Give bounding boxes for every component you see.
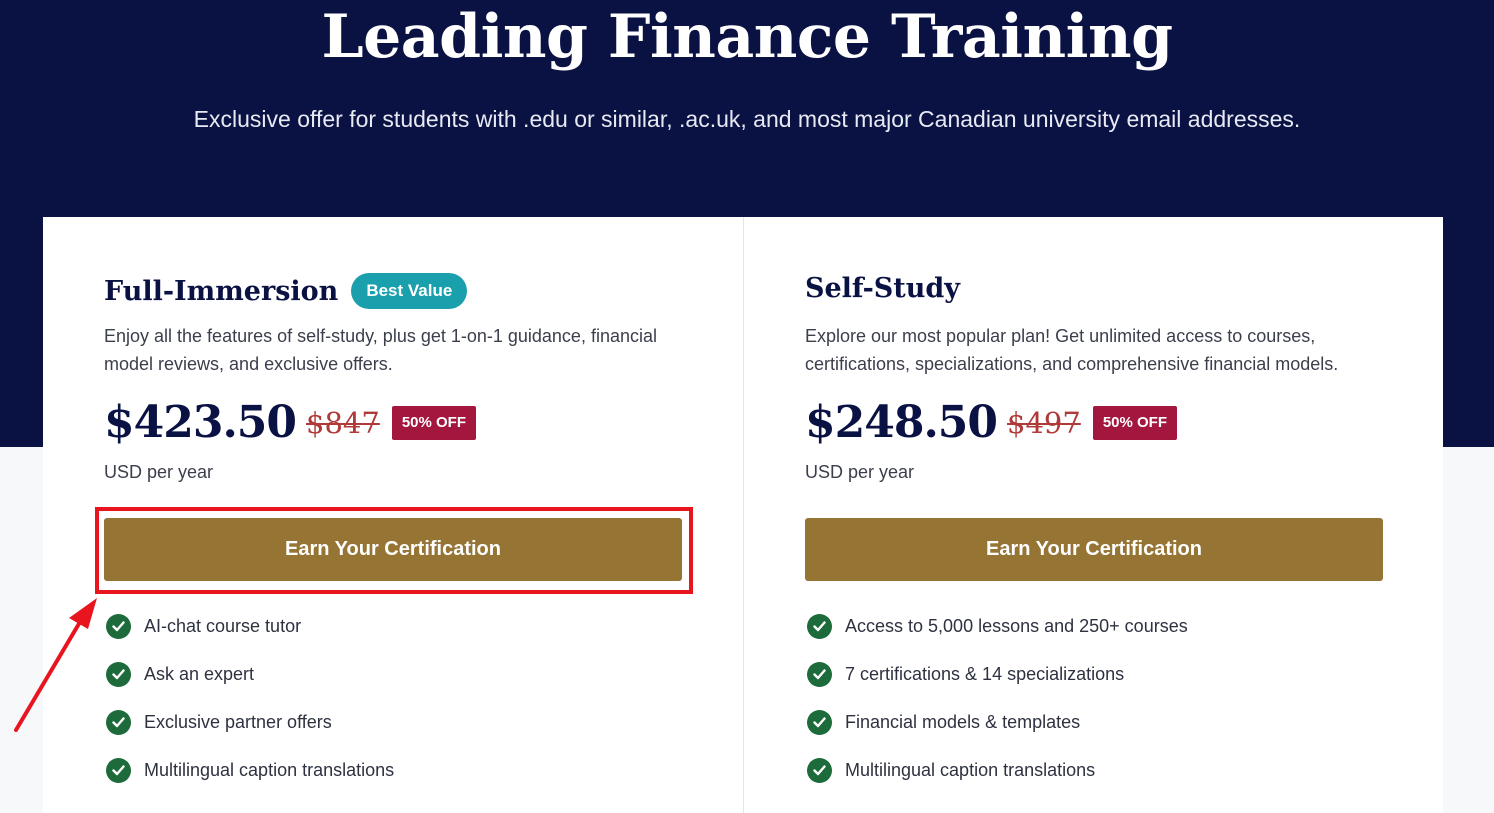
price-row: $248.50 $497 50% OFF	[805, 397, 1178, 448]
current-price: $423.50	[104, 397, 297, 448]
plan-header: Full-Immersion Best Value	[104, 273, 468, 309]
current-price: $248.50	[805, 397, 998, 448]
feature-item: Exclusive partner offers	[106, 698, 394, 746]
feature-item: 7 certifications & 14 specializations	[807, 650, 1188, 698]
page-title: Leading Finance Training	[321, 2, 1173, 72]
feature-list: AI-chat course tutor Ask an expert Exclu…	[106, 602, 394, 794]
feature-item: Multilingual caption translations	[807, 746, 1188, 794]
earn-certification-button[interactable]: Earn Your Certification	[104, 518, 682, 581]
billing-period: USD per year	[805, 462, 915, 482]
feature-label: Ask an expert	[144, 663, 255, 684]
feature-item: Ask an expert	[106, 650, 394, 698]
plan-name: Self-Study	[805, 273, 960, 304]
discount-badge: 50% OFF	[391, 405, 477, 440]
plan-description: Enjoy all the features of self-study, pl…	[104, 326, 657, 374]
feature-label: Exclusive partner offers	[144, 711, 332, 732]
pricing-cards: Full-Immersion Best Value Enjoy all the …	[43, 217, 1443, 813]
discount-badge: 50% OFF	[1092, 405, 1178, 440]
plan-card-self-study: Self-Study Explore our most popular plan…	[743, 217, 1443, 813]
hero-subtitle: Exclusive offer for students with .edu o…	[193, 106, 1301, 132]
check-circle-icon	[807, 661, 832, 687]
feature-list: Access to 5,000 lessons and 250+ courses…	[807, 602, 1188, 794]
feature-label: Access to 5,000 lessons and 250+ courses	[845, 615, 1188, 636]
feature-label: AI-chat course tutor	[144, 615, 302, 636]
best-value-badge: Best Value	[351, 273, 468, 309]
check-circle-icon	[106, 709, 131, 735]
plan-card-full-immersion: Full-Immersion Best Value Enjoy all the …	[43, 217, 743, 813]
feature-item: Multilingual caption translations	[106, 746, 394, 794]
plan-header: Self-Study	[805, 273, 960, 304]
feature-label: Financial models & templates	[845, 711, 1081, 732]
check-circle-icon	[106, 661, 131, 687]
price-row: $423.50 $847 50% OFF	[104, 397, 477, 448]
feature-item: Access to 5,000 lessons and 250+ courses	[807, 602, 1188, 650]
check-circle-icon	[106, 613, 131, 639]
plan-description: Explore our most popular plan! Get unlim…	[805, 326, 1339, 374]
billing-period: USD per year	[104, 462, 214, 482]
feature-label: Multilingual caption translations	[845, 759, 1096, 780]
feature-label: 7 certifications & 14 specializations	[845, 663, 1125, 684]
check-circle-icon	[807, 709, 832, 735]
feature-item: AI-chat course tutor	[106, 602, 394, 650]
check-circle-icon	[106, 757, 131, 783]
feature-item: Financial models & templates	[807, 698, 1188, 746]
check-circle-icon	[807, 757, 832, 783]
feature-label: Multilingual caption translations	[144, 759, 395, 780]
earn-certification-button[interactable]: Earn Your Certification	[805, 518, 1383, 581]
original-price: $497	[1007, 405, 1081, 440]
check-circle-icon	[807, 613, 832, 639]
original-price: $847	[306, 405, 380, 440]
plan-name: Full-Immersion	[104, 275, 339, 307]
